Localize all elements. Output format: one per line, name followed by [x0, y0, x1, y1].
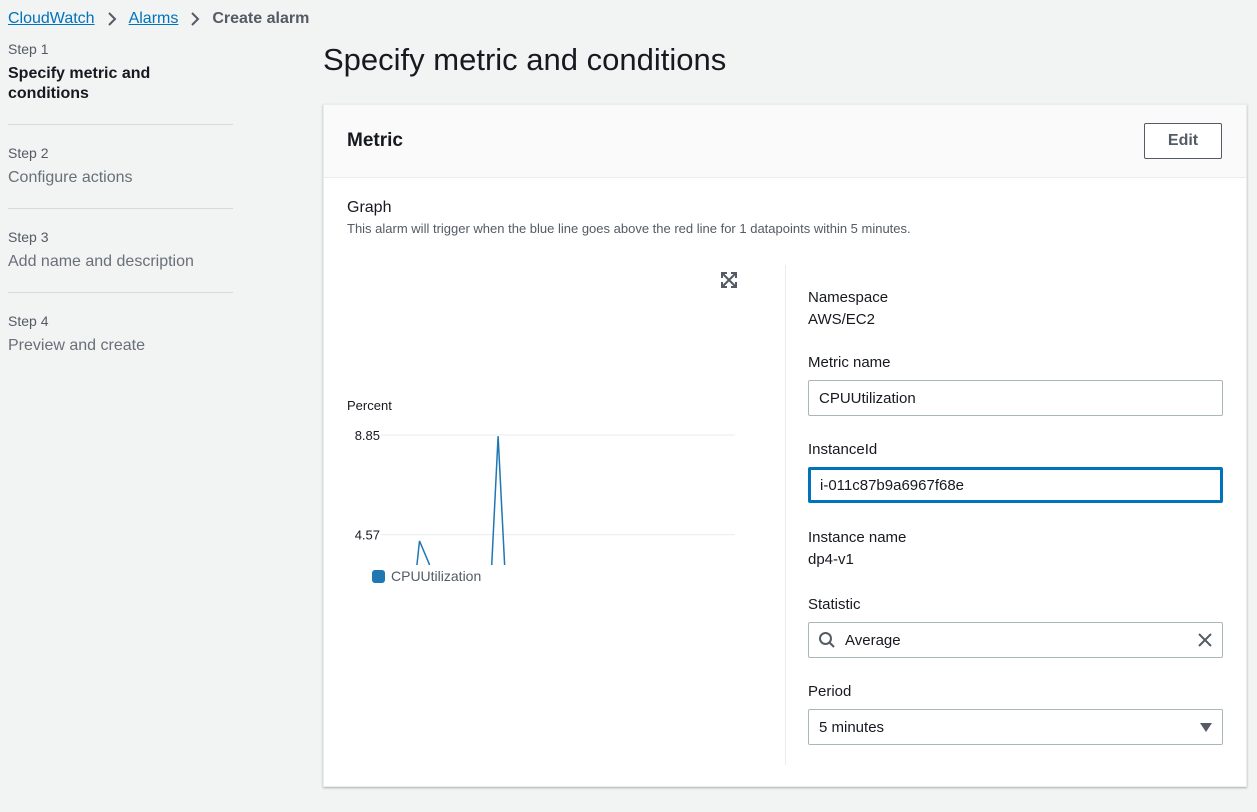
wizard-step-2: Step 2 Configure actions [8, 144, 233, 209]
breadcrumb-cloudwatch-link[interactable]: CloudWatch [8, 10, 95, 28]
statistic-label: Statistic [808, 596, 861, 613]
statistic-value: Average [845, 631, 901, 649]
y-tick-label: 4.57 [355, 528, 380, 543]
search-icon [819, 632, 835, 648]
y-tick-label: 8.85 [355, 428, 380, 443]
step-title: Add name and description [8, 253, 194, 270]
panel-title: Metric [347, 130, 403, 151]
metric-name-label: Metric name [808, 354, 891, 371]
instance-name-value: dp4-v1 [808, 551, 854, 568]
breadcrumb-alarms-link[interactable]: Alarms [129, 10, 179, 28]
step-number: Step 1 [8, 41, 49, 57]
instance-id-input[interactable]: i-011c87b9a6967f68e [808, 467, 1223, 503]
breadcrumb-current: Create alarm [212, 10, 310, 27]
metric-panel: Metric Edit Graph This alarm will trigge… [323, 104, 1247, 787]
step-number: Step 2 [8, 145, 49, 161]
panel-header: Metric Edit [324, 105, 1246, 178]
legend-swatch [372, 569, 385, 583]
legend-label: CPUUtilization [391, 568, 482, 584]
period-label: Period [808, 683, 852, 700]
instance-name-label: Instance name [808, 529, 907, 546]
cpu-chart: Percent 8.854.570.29923:0000:0001:00 CPU… [324, 265, 764, 595]
metric-name-input[interactable]: CPUUtilization [808, 380, 1223, 416]
graph-description: This alarm will trigger when the blue li… [347, 221, 911, 236]
series-line-cpuutilization [416, 436, 506, 565]
chevron-right-icon [191, 12, 200, 26]
caret-down-icon [1200, 722, 1212, 732]
page-title: Specify metric and conditions [323, 42, 727, 77]
clear-icon[interactable] [1196, 631, 1214, 649]
panel-divider [785, 265, 786, 765]
period-value: 5 minutes [819, 718, 885, 736]
graph-label: Graph [347, 199, 392, 216]
statistic-input[interactable]: Average [808, 622, 1223, 658]
step-title: Specify metric and conditions [8, 65, 151, 102]
chevron-right-icon [107, 12, 116, 26]
period-select[interactable]: 5 minutes [808, 709, 1223, 745]
metric-details: Namespace AWS/EC2 Metric name CPUUtiliza… [808, 289, 1224, 745]
wizard-steps: Step 1 Specify metric and conditions Ste… [8, 40, 233, 395]
chart-plot: Percent 8.854.570.29923:0000:0001:00 [347, 398, 735, 565]
wizard-step-4: Step 4 Preview and create [8, 312, 233, 376]
edit-button[interactable]: Edit [1144, 123, 1222, 159]
wizard-step-3: Step 3 Add name and description [8, 228, 233, 293]
breadcrumb: CloudWatch Alarms Create alarm [8, 9, 309, 29]
namespace-value: AWS/EC2 [808, 311, 875, 328]
wizard-step-1: Step 1 Specify metric and conditions [8, 40, 233, 125]
step-number: Step 4 [8, 313, 49, 329]
step-title: Preview and create [8, 337, 145, 354]
step-number: Step 3 [8, 229, 49, 245]
chart-legend: CPUUtilization [372, 568, 481, 584]
step-title: Configure actions [8, 169, 133, 186]
y-axis-label: Percent [347, 398, 392, 413]
instance-id-label: InstanceId [808, 441, 878, 458]
namespace-label: Namespace [808, 289, 889, 306]
